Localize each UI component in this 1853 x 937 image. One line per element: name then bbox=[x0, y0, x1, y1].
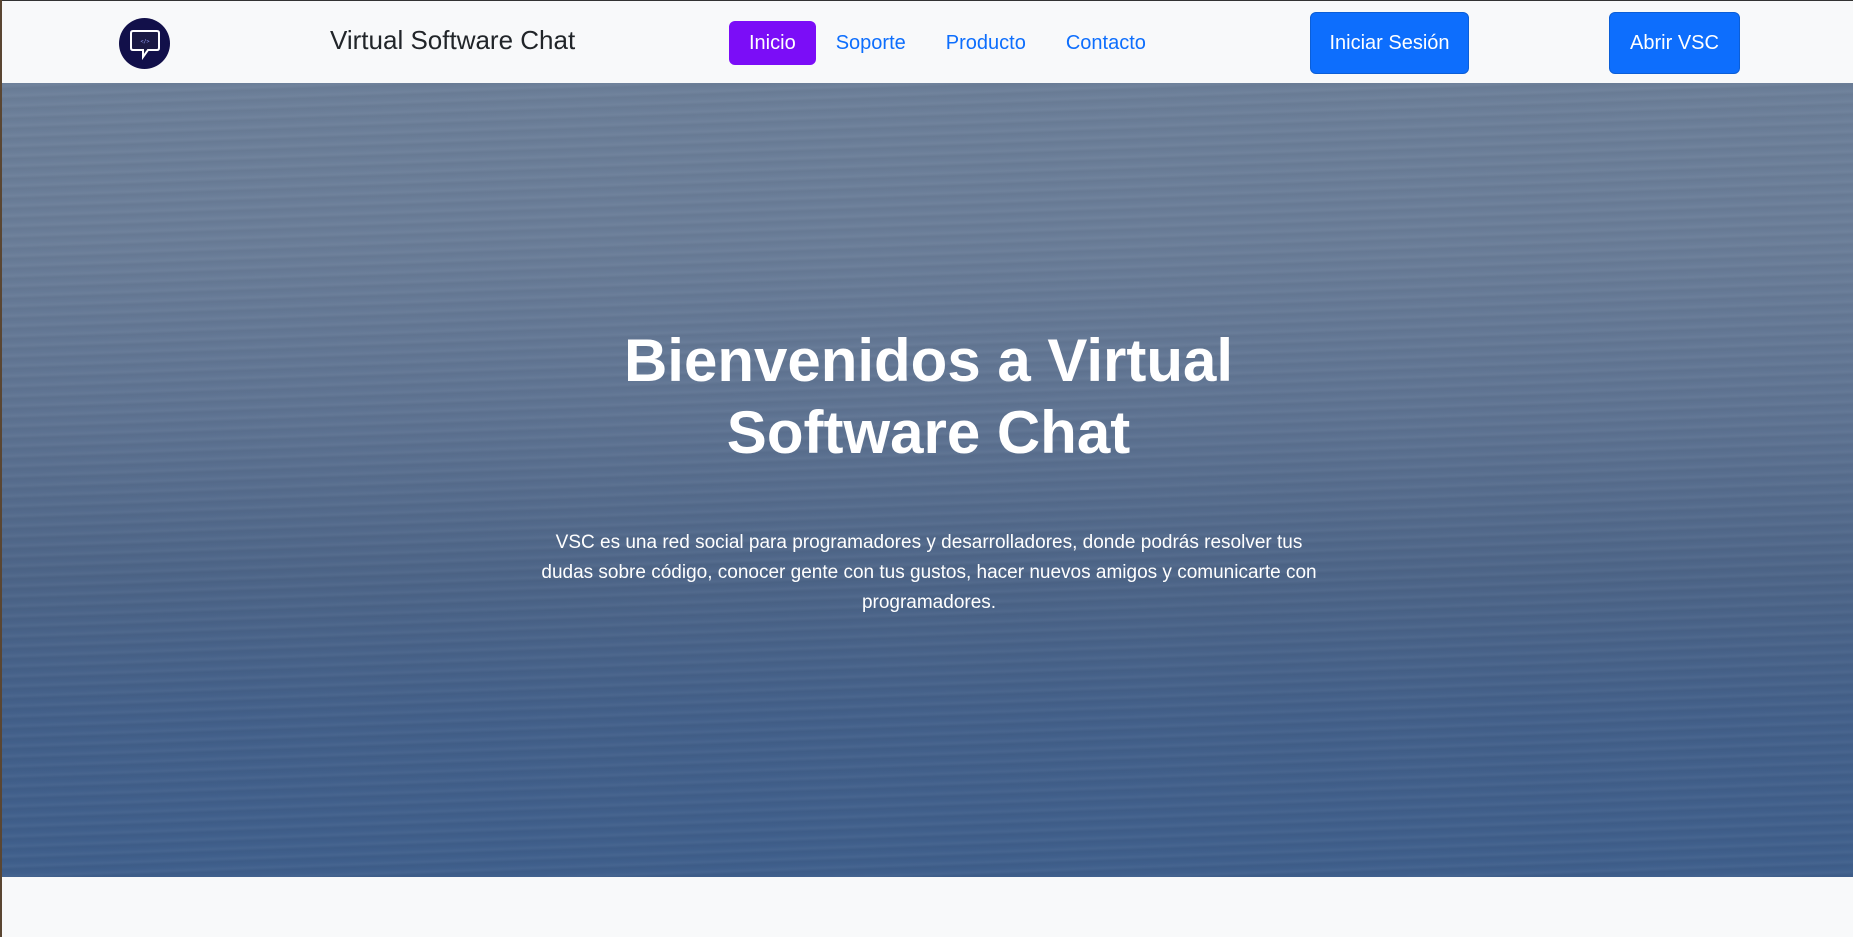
open-vsc-button[interactable]: Abrir VSC bbox=[1609, 12, 1740, 74]
nav-inicio[interactable]: Inicio bbox=[729, 21, 816, 65]
hero-title-line1: Bienvenidos a Virtual bbox=[623, 327, 1234, 394]
logo[interactable]: </> bbox=[119, 18, 170, 69]
hero-section: Bienvenidos a Virtual Software Chat VSC … bbox=[2, 83, 1853, 877]
page: </> Virtual Software Chat Inicio Soporte… bbox=[0, 0, 1853, 937]
hero-title-line2: Software Chat bbox=[726, 399, 1131, 466]
hero-description: VSC es una red social para programadores… bbox=[541, 532, 1317, 613]
login-button[interactable]: Iniciar Sesión bbox=[1310, 12, 1469, 74]
chat-bubble-icon: </> bbox=[129, 29, 160, 60]
brand-title[interactable]: Virtual Software Chat bbox=[330, 25, 575, 56]
nav-contacto[interactable]: Contacto bbox=[1046, 21, 1166, 65]
nav-soporte[interactable]: Soporte bbox=[816, 21, 926, 65]
nav-producto[interactable]: Producto bbox=[926, 21, 1046, 65]
hero-title: Bienvenidos a Virtual Software Chat bbox=[2, 325, 1853, 469]
main-nav: Inicio Soporte Producto Contacto bbox=[729, 21, 1166, 65]
svg-text:</>: </> bbox=[140, 39, 149, 45]
navbar: </> Virtual Software Chat Inicio Soporte… bbox=[2, 0, 1853, 83]
